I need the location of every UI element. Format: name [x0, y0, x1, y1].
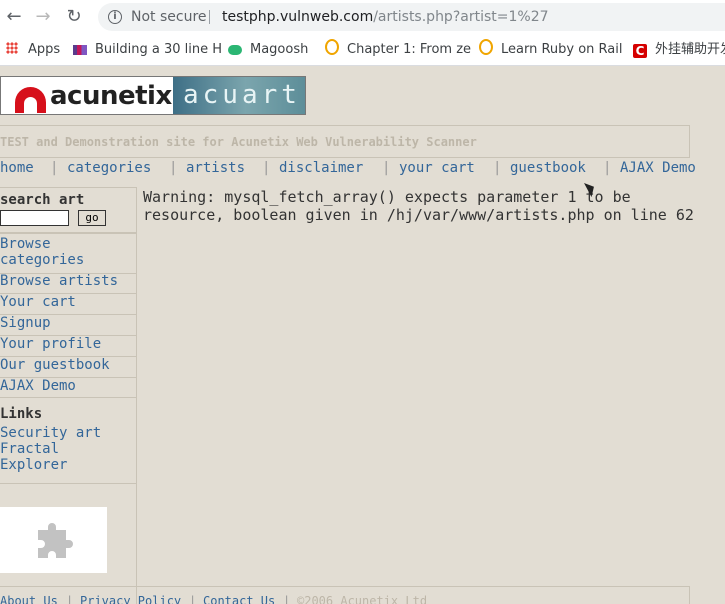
logo-text: acunetix — [50, 81, 172, 111]
menu-categories[interactable]: categories — [67, 160, 151, 176]
footer-copyright: ©2006 Acunetix Ltd — [297, 594, 428, 604]
circle-o-icon — [479, 39, 493, 55]
menu-disclaimer[interactable]: disclaimer — [279, 160, 363, 176]
links-title: Links — [0, 406, 43, 422]
sidebar-link-security-art[interactable]: Security art — [0, 425, 137, 441]
bookmark-chapter1[interactable]: Chapter 1: From ze — [325, 34, 472, 65]
magoosh-icon — [228, 45, 242, 55]
bar-chart-icon — [73, 45, 87, 55]
go-button[interactable]: go — [78, 210, 106, 226]
bookmark-building[interactable]: Building a 30 line H — [73, 34, 223, 65]
menu-guestbook[interactable]: guestbook — [510, 160, 586, 176]
site-logo[interactable]: acunetix acuart — [0, 76, 306, 115]
menu-separator: | — [603, 160, 612, 176]
footer-link-about-us[interactable]: About Us — [0, 594, 58, 604]
reload-icon[interactable]: ↻ — [62, 5, 86, 29]
sidebar-link-browse-artists[interactable]: Browse artists — [0, 273, 137, 289]
circle-o-icon — [325, 39, 339, 55]
url-text[interactable]: testphp.vulnweb.com/artists.php?artist=1… — [222, 3, 549, 31]
footer-link-contact-us[interactable]: Contact Us — [203, 594, 275, 604]
logo-art-text: acuart — [183, 80, 301, 110]
php-warning-message: Warning: mysql_fetch_array() expects par… — [143, 188, 694, 224]
sidebar-link-fractal-explorer[interactable]: Fractal Explorer — [0, 441, 110, 473]
divider — [0, 187, 137, 188]
bookmarks-bar: Apps Building a 30 line H Magoosh Chapte… — [0, 34, 725, 66]
bookmark-chinese[interactable]: C 外挂辅助开发 — [633, 34, 725, 65]
url-host: testphp.vulnweb.com — [222, 9, 374, 25]
c-icon: C — [633, 44, 647, 58]
search-input[interactable] — [0, 210, 69, 226]
security-label[interactable]: Not secure — [131, 3, 207, 31]
missing-plugin-box — [0, 507, 107, 573]
footer-separator: | — [66, 594, 74, 604]
main-content: Warning: mysql_fetch_array() expects par… — [143, 188, 713, 224]
puzzle-piece-icon — [38, 523, 73, 558]
menu-separator: | — [493, 160, 502, 176]
url-path: /artists.php?artist=1%27 — [373, 9, 549, 25]
menu-home[interactable]: home — [0, 160, 34, 176]
menu-separator: | — [262, 160, 271, 176]
sidebar-link-our-guestbook[interactable]: Our guestbook — [0, 357, 137, 373]
sidebar-link-browse-categories[interactable]: Browse categories — [0, 236, 137, 268]
footer-separator: | — [283, 594, 291, 604]
address-bar[interactable]: i Not secure testphp.vulnweb.com/artists… — [98, 3, 725, 31]
acuart-banner: acuart — [173, 77, 305, 114]
tagline-box: TEST and Demonstration site for Acunetix… — [0, 125, 690, 158]
footer-link-privacy-policy[interactable]: Privacy Policy — [80, 594, 181, 604]
bookmark-label: Learn Ruby on Rail — [501, 42, 623, 57]
forward-arrow-icon[interactable]: → — [31, 5, 55, 29]
divider — [0, 232, 137, 234]
menu-ajax-demo[interactable]: AJAX Demo — [620, 160, 696, 176]
sidebar-link-your-cart[interactable]: Your cart — [0, 294, 137, 310]
bookmark-label: Chapter 1: From ze — [347, 42, 472, 57]
bookmark-learn-ruby[interactable]: Learn Ruby on Rail — [479, 34, 623, 65]
menu-separator: | — [50, 160, 59, 176]
sidebar-link-your-profile[interactable]: Your profile — [0, 336, 137, 352]
info-icon[interactable]: i — [108, 10, 122, 24]
divider — [0, 483, 137, 484]
menu-separator: | — [169, 160, 178, 176]
address-separator — [209, 10, 210, 24]
menu-separator: | — [382, 160, 391, 176]
page-footer: About Us | Privacy Policy | Contact Us |… — [0, 586, 690, 604]
sidebar-link-signup[interactable]: Signup — [0, 315, 137, 331]
menu-artists[interactable]: artists — [186, 160, 245, 176]
bookmark-magoosh[interactable]: Magoosh — [228, 34, 309, 65]
acunetix-mark-icon — [15, 87, 46, 113]
search-title: search art — [0, 192, 85, 208]
acunetix-logo: acunetix — [1, 77, 173, 114]
back-arrow-icon[interactable]: ← — [2, 5, 26, 29]
sidebar-link-ajax-demo[interactable]: AJAX Demo — [0, 378, 137, 394]
bookmark-label: Magoosh — [250, 42, 309, 57]
footer-separator: | — [189, 594, 197, 604]
apps-grid-icon — [6, 42, 18, 54]
left-sidebar: search art go Browse categories Browse a… — [0, 187, 137, 604]
bookmark-label: Building a 30 line H — [95, 42, 223, 57]
browser-toolbar: ← → ↻ i Not secure testphp.vulnweb.com/a… — [0, 0, 725, 34]
web-page: acunetix acuart TEST and Demonstration s… — [0, 67, 725, 604]
bookmark-label: Apps — [28, 42, 61, 57]
top-menu: home | categories | artists | disclaimer… — [0, 158, 725, 186]
divider — [0, 397, 137, 398]
menu-your-cart[interactable]: your cart — [399, 160, 475, 176]
bookmark-apps[interactable]: Apps — [6, 34, 61, 65]
site-tagline: TEST and Demonstration site for Acunetix… — [0, 135, 477, 149]
bookmark-label: 外挂辅助开发 — [655, 42, 725, 57]
